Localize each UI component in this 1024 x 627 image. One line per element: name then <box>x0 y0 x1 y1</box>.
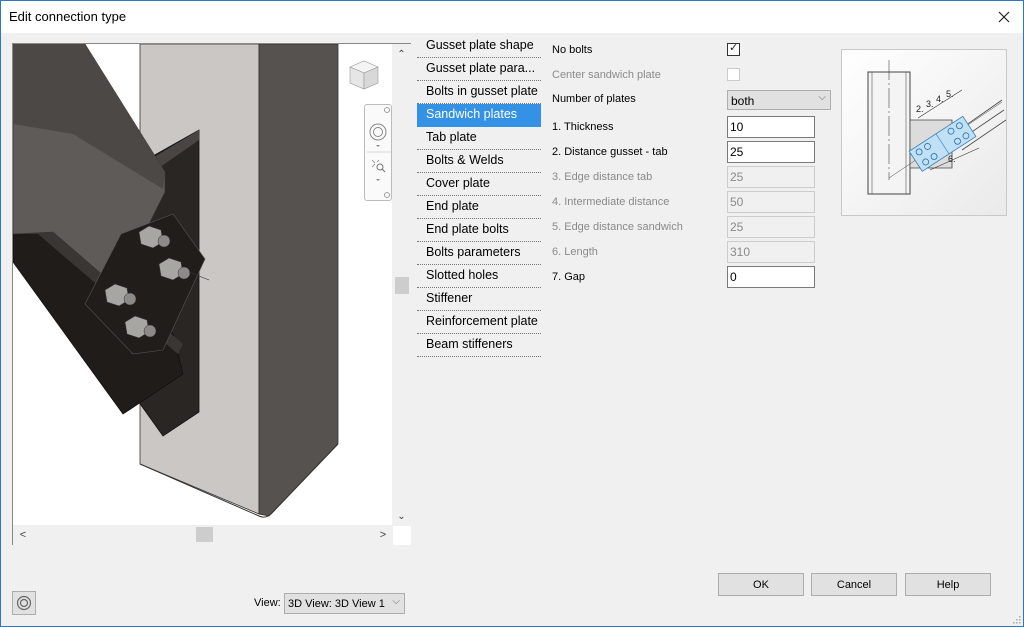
nav-item-tab-plate[interactable]: Tab plate <box>417 127 541 150</box>
dimension-label-4: 4. <box>936 94 944 104</box>
number-of-plates-row: Number of plates both ⌵ <box>552 88 842 112</box>
no-bolts-row: No bolts ✓ <box>552 39 842 63</box>
title-bar: Edit connection type <box>1 1 1023 33</box>
edge-distance-sandwich-label: 5. Edge distance sandwich <box>552 221 683 233</box>
edit-connection-dialog: Edit connection type ⌃ ⌄ < > Gusset plat… <box>0 0 1024 627</box>
thickness-label: 1. Thickness <box>552 121 614 133</box>
scroll-left-button[interactable]: < <box>15 527 31 543</box>
no-bolts-label: No bolts <box>552 44 593 56</box>
nav-item-cover-plate[interactable]: Cover plate <box>417 173 541 196</box>
length-input <box>727 241 815 263</box>
connection-3d-render <box>13 44 339 518</box>
intermediate-distance-input <box>727 191 815 213</box>
vertical-scroll-thumb[interactable] <box>395 277 409 294</box>
distance-gusset-tab-input[interactable] <box>727 141 815 163</box>
horizontal-scroll-thumb[interactable] <box>196 527 213 542</box>
edge-distance-tab-input <box>727 166 815 188</box>
thickness-input[interactable] <box>727 116 815 138</box>
intermediate-distance-row: 4. Intermediate distance <box>552 191 842 215</box>
dimension-label-5: 5. <box>946 89 954 99</box>
edge-distance-sandwich-input <box>727 216 815 238</box>
3d-model-canvas[interactable] <box>13 44 393 526</box>
chevron-down-icon: ⌵ <box>818 92 826 103</box>
nav-item-bolts-welds[interactable]: Bolts & Welds <box>417 150 541 173</box>
edge-distance-tab-row: 3. Edge distance tab <box>552 166 842 190</box>
nav-item-bolts-parameters[interactable]: Bolts parameters <box>417 242 541 265</box>
view-cube-icon[interactable] <box>346 57 382 93</box>
scroll-right-button[interactable]: > <box>375 527 391 543</box>
gap-label: 7. Gap <box>552 271 586 283</box>
ok-button[interactable]: OK <box>718 573 804 596</box>
view-select[interactable]: 3D View: 3D View 1 ⌵ <box>284 593 405 614</box>
dimension-label-2: 2. <box>916 104 924 114</box>
sandwich-plate-diagram: 2. 3. 4. 5. 6. <box>841 49 1007 216</box>
gap-row: 7. Gap <box>552 266 842 290</box>
steering-wheel-button[interactable] <box>12 591 36 615</box>
length-row: 6. Length <box>552 241 842 265</box>
checkmark-icon: ✓ <box>729 42 739 54</box>
scroll-down-button[interactable]: ⌄ <box>392 508 411 524</box>
center-sandwich-plate-label: Center sandwich plate <box>552 69 661 81</box>
number-of-plates-value: both <box>731 94 755 108</box>
nav-item-stiffener[interactable]: Stiffener <box>417 288 541 311</box>
column-side-face <box>258 44 339 517</box>
center-sandwich-plate-row: Center sandwich plate <box>552 64 842 88</box>
vertical-scrollbar[interactable]: ⌃ ⌄ <box>392 44 411 526</box>
nav-item-gusset-plate-shape[interactable]: Gusset plate shape <box>417 35 541 58</box>
help-button[interactable]: Help <box>905 573 991 596</box>
edge-distance-sandwich-row: 5. Edge distance sandwich <box>552 216 842 240</box>
number-of-plates-select[interactable]: both ⌵ <box>727 90 831 110</box>
3d-viewport[interactable]: ⌃ ⌄ < > <box>12 43 411 545</box>
distance-gusset-tab-row: 2. Distance gusset - tab <box>552 141 842 165</box>
nav-item-bolts-in-gusset-plate[interactable]: Bolts in gusset plate <box>417 81 541 104</box>
nav-item-beam-stiffeners[interactable]: Beam stiffeners <box>417 334 541 357</box>
nav-item-end-plate[interactable]: End plate <box>417 196 541 219</box>
resize-grip-icon[interactable] <box>1011 614 1021 624</box>
category-list: Gusset plate shape Gusset plate para... Bo… <box>417 35 541 357</box>
steering-wheel-icon[interactable] <box>369 123 387 141</box>
cancel-button[interactable]: Cancel <box>811 573 897 596</box>
nav-item-sandwich-plates[interactable]: Sandwich plates <box>417 104 541 127</box>
steering-wheel-icon <box>16 595 32 611</box>
distance-gusset-tab-label: 2. Distance gusset - tab <box>552 146 668 158</box>
dimension-label-6: 6. <box>948 154 956 164</box>
navigation-bar <box>364 104 392 201</box>
dialog-title: Edit connection type <box>9 9 127 24</box>
thickness-row: 1. Thickness <box>552 116 842 140</box>
view-label: View: <box>254 597 281 609</box>
edge-distance-tab-label: 3. Edge distance tab <box>552 171 653 183</box>
horizontal-scrollbar[interactable]: < > <box>13 525 393 545</box>
number-of-plates-label: Number of plates <box>552 93 636 105</box>
scroll-up-button[interactable]: ⌃ <box>392 46 411 62</box>
nav-item-slotted-holes[interactable]: Slotted holes <box>417 265 541 288</box>
no-bolts-checkbox[interactable]: ✓ <box>727 42 740 56</box>
chevron-down-icon: ⌵ <box>392 596 400 607</box>
close-button[interactable] <box>989 3 1019 31</box>
close-icon <box>998 11 1010 23</box>
intermediate-distance-label: 4. Intermediate distance <box>552 196 670 208</box>
center-sandwich-plate-checkbox[interactable] <box>727 68 740 81</box>
nav-item-reinforcement-plate[interactable]: Reinforcement plate <box>417 311 541 334</box>
zoom-extents-icon[interactable] <box>371 159 386 173</box>
gap-input[interactable] <box>727 266 815 288</box>
length-label: 6. Length <box>552 246 598 258</box>
nav-item-gusset-plate-para[interactable]: Gusset plate para... <box>417 58 541 81</box>
dimension-label-3: 3. <box>926 99 934 109</box>
view-select-value: 3D View: 3D View 1 <box>288 598 385 610</box>
nav-item-end-plate-bolts[interactable]: End plate bolts <box>417 219 541 242</box>
